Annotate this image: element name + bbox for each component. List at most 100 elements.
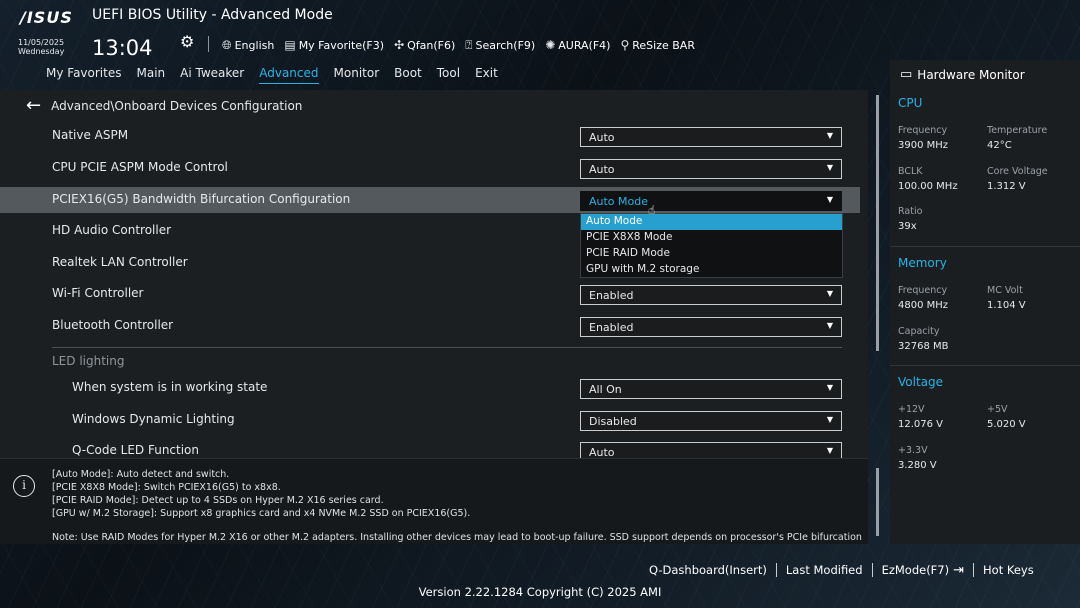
tab-tool[interactable]: Tool — [437, 66, 460, 84]
date-display: 11/05/2025 Wednesday — [18, 38, 78, 56]
caret-down-icon: ▼ — [826, 415, 833, 424]
core-voltage-value: 1.312 V — [987, 181, 1026, 192]
fan-icon: ✣ — [394, 38, 405, 52]
bluetooth-select[interactable]: Enabled ▼ — [580, 317, 842, 337]
dropdown-option-auto-mode[interactable]: Auto Mode — [581, 214, 842, 230]
hot-keys-button[interactable]: Hot Keys — [974, 563, 1043, 577]
v5-value: 5.020 V — [987, 419, 1026, 430]
resize-bar-button[interactable]: ⚲ ReSize BAR — [620, 38, 695, 52]
setting-row-native-aspm[interactable]: Native ASPM Auto ▼ — [0, 123, 860, 149]
tab-main[interactable]: Main — [136, 66, 165, 84]
wifi-select[interactable]: Enabled ▼ — [580, 285, 842, 305]
setting-row-dynamic-lighting[interactable]: Windows Dynamic Lighting Disabled ▼ — [0, 407, 860, 433]
help-line: [GPU w/ M.2 Storage]: Support x8 graphic… — [52, 508, 471, 519]
mouse-cursor-icon: ☝ — [648, 203, 656, 217]
bifurcation-select[interactable]: Auto Mode ▼ — [580, 191, 842, 211]
cpu-frequency-value: 3900 MHz — [898, 140, 949, 151]
weekday: Wednesday — [18, 47, 65, 56]
tab-boot[interactable]: Boot — [394, 66, 422, 84]
tab-my-favorites[interactable]: My Favorites — [46, 66, 121, 84]
dropdown-option-raid[interactable]: PCIE RAID Mode — [581, 246, 842, 262]
qfan-button[interactable]: ✣ Qfan(F6) — [394, 38, 455, 52]
tab-exit[interactable]: Exit — [475, 66, 498, 84]
language-button[interactable]: 🌐︎ English — [222, 38, 274, 53]
language-label: English — [234, 38, 275, 52]
info-icon: i — [13, 475, 35, 497]
caret-down-icon: ▼ — [826, 321, 833, 330]
tab-advanced[interactable]: Advanced — [259, 66, 319, 84]
search-label: Search(F9) — [475, 38, 536, 52]
dynamic-lighting-select[interactable]: Disabled ▼ — [580, 411, 842, 431]
qcode-led-select[interactable]: Auto ▼ — [580, 442, 842, 458]
tab-monitor[interactable]: Monitor — [334, 66, 380, 84]
v33-label: +3.3V — [898, 445, 928, 456]
hw-divider — [890, 246, 1080, 247]
memory-frequency-value: 4800 MHz — [898, 300, 949, 311]
led-section-label: LED lighting — [52, 354, 125, 368]
my-favorite-button[interactable]: ▤ My Favorite(F3) — [284, 38, 384, 52]
setting-label: When system is in working state — [72, 380, 268, 394]
mc-volt-value: 1.104 V — [987, 300, 1026, 311]
bclk-label: BCLK — [898, 166, 923, 177]
gear-icon[interactable]: ⚙ — [180, 32, 194, 51]
select-value: Auto Mode — [589, 195, 649, 208]
hardware-monitor-panel: ▭ Hardware Monitor CPU Frequency 3900 MH… — [890, 60, 1080, 544]
select-value: Auto — [589, 131, 615, 144]
setting-label: Bluetooth Controller — [52, 318, 174, 332]
qfan-label: Qfan(F6) — [407, 38, 456, 52]
exit-arrow-icon: ⇥ — [953, 562, 965, 578]
search-button[interactable]: ⍰ Search(F9) — [465, 38, 535, 53]
cpu-pcie-aspm-select[interactable]: Auto ▼ — [580, 159, 842, 179]
caret-down-icon: ▼ — [826, 289, 833, 298]
native-aspm-select[interactable]: Auto ▼ — [580, 127, 842, 147]
help-line: [Auto Mode]: Auto detect and switch. — [52, 469, 230, 480]
tab-ai-tweaker[interactable]: Ai Tweaker — [180, 66, 244, 84]
setting-label: Native ASPM — [52, 128, 129, 142]
aura-label: AURA(F4) — [558, 38, 611, 52]
help-line: [PCIE RAID Mode]: Detect up to 4 SSDs on… — [52, 495, 384, 506]
caret-down-icon: ▼ — [826, 163, 833, 172]
setting-label: HD Audio Controller — [52, 223, 172, 237]
setting-label: PCIEX16(G5) Bandwidth Bifurcation Config… — [52, 192, 351, 206]
help-scrollbar[interactable] — [876, 468, 879, 536]
setting-label: Realtek LAN Controller — [52, 255, 188, 269]
setting-label: Wi-Fi Controller — [52, 286, 144, 300]
help-note: Note: Use RAID Modes for Hyper M.2 X16 o… — [52, 532, 862, 543]
v33-value: 3.280 V — [898, 460, 937, 471]
capacity-value: 32768 MB — [898, 341, 949, 352]
footer-bar: Q-Dashboard(Insert) Last Modified EzMode… — [640, 560, 1043, 580]
caret-down-icon: ▼ — [826, 131, 833, 140]
setting-row-bifurcation[interactable]: PCIEX16(G5) Bandwidth Bifurcation Config… — [0, 187, 860, 213]
resize-bar-label: ReSize BAR — [632, 38, 695, 52]
version-text: Version 2.22.1284 Copyright (C) 2025 AMI — [418, 585, 662, 599]
setting-row-wifi[interactable]: Wi-Fi Controller Enabled ▼ — [0, 281, 860, 307]
v5-label: +5V — [987, 404, 1008, 415]
ezmode-label: EzMode(F7) — [881, 563, 950, 577]
setting-row-cpu-pcie-aspm[interactable]: CPU PCIE ASPM Mode Control Auto ▼ — [0, 155, 860, 181]
setting-row-working-state[interactable]: When system is in working state All On ▼ — [0, 375, 860, 401]
setting-label: Q-Code LED Function — [72, 443, 200, 457]
mc-volt-label: MC Volt — [987, 285, 1023, 296]
dropdown-option-gpu-m2[interactable]: GPU with M.2 storage — [581, 262, 842, 278]
memory-frequency-label: Frequency — [898, 285, 948, 296]
setting-label: CPU PCIE ASPM Mode Control — [52, 160, 228, 174]
hot-keys-label: Hot Keys — [983, 563, 1034, 577]
setting-label: Windows Dynamic Lighting — [72, 412, 235, 426]
header-divider — [208, 36, 209, 52]
select-value: Enabled — [589, 289, 634, 302]
ezmode-button[interactable]: EzMode(F7) ⇥ — [873, 563, 973, 578]
help-line: [PCIE X8X8 Mode]: Switch PCIEX16(G5) to … — [52, 482, 281, 493]
settings-scrollbar[interactable] — [876, 95, 879, 351]
aura-button[interactable]: ✺ AURA(F4) — [545, 38, 610, 52]
back-arrow-icon[interactable]: ← — [26, 97, 41, 115]
dropdown-option-x8x8[interactable]: PCIE X8X8 Mode — [581, 230, 842, 246]
working-state-select[interactable]: All On ▼ — [580, 379, 842, 399]
cpu-frequency-label: Frequency — [898, 125, 948, 136]
help-panel: i [Auto Mode]: Auto detect and switch. [… — [0, 458, 868, 544]
v12-value: 12.076 V — [898, 419, 944, 430]
cpu-temperature-value: 42°C — [987, 140, 1012, 151]
setting-row-bluetooth[interactable]: Bluetooth Controller Enabled ▼ — [0, 313, 860, 339]
last-modified-button[interactable]: Last Modified — [777, 563, 872, 577]
q-dashboard-button[interactable]: Q-Dashboard(Insert) — [640, 563, 776, 577]
setting-row-qcode-led[interactable]: Q-Code LED Function Auto ▼ — [0, 438, 860, 458]
